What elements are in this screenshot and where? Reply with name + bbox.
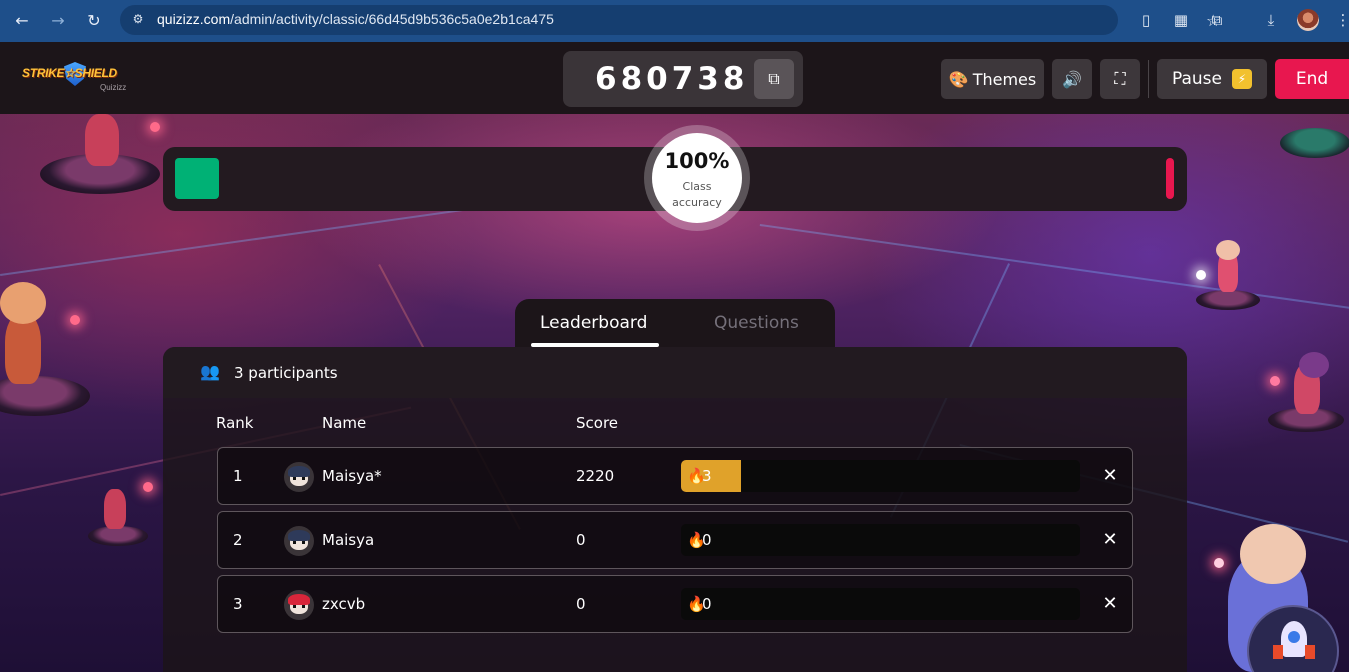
browser-toolbar: ← → ↻ ⚙ quizizz.com/admin/activity/class… bbox=[0, 0, 1349, 42]
ninja-avatar bbox=[284, 526, 314, 556]
reload-icon[interactable]: ↻ bbox=[82, 8, 106, 32]
row-name[interactable]: zxcvb bbox=[322, 595, 365, 613]
bg-glow bbox=[1196, 270, 1206, 280]
bg-glow bbox=[143, 482, 153, 492]
bg-character bbox=[85, 114, 119, 166]
forward-arrow-icon[interactable]: → bbox=[46, 8, 70, 32]
incorrect-indicator bbox=[1166, 158, 1174, 199]
bg-glow bbox=[1214, 558, 1224, 568]
bg-character bbox=[104, 489, 126, 529]
themes-button[interactable]: 🎨 Themes bbox=[941, 59, 1044, 99]
rocket-window bbox=[1288, 631, 1300, 643]
streak-bar: 🔥0 bbox=[681, 588, 1080, 620]
extensions-puzzle-icon[interactable]: ⧉ bbox=[1207, 9, 1227, 31]
participants-icon: 👥 bbox=[200, 362, 220, 381]
copy-icon: ⧉ bbox=[768, 69, 780, 88]
streak-label: 🔥0 bbox=[687, 531, 712, 549]
accuracy-value: 100% bbox=[664, 149, 730, 173]
end-label: End bbox=[1295, 69, 1329, 89]
bg-character-head bbox=[1299, 352, 1329, 378]
streak-label: 🔥3 bbox=[687, 467, 712, 485]
fullscreen-icon: ⛶ bbox=[1114, 69, 1126, 88]
url-host: quizizz.com bbox=[157, 11, 231, 27]
bg-pedestal bbox=[1280, 128, 1349, 158]
bg-glow bbox=[1270, 376, 1280, 386]
remove-participant-button[interactable]: ✕ bbox=[1101, 465, 1119, 487]
bg-character bbox=[5, 314, 41, 384]
pause-button[interactable]: Pause ⚡ bbox=[1157, 59, 1267, 99]
pause-label: Pause bbox=[1172, 69, 1222, 89]
logo-subtext: Quizizz bbox=[100, 83, 127, 92]
download-icon[interactable]: ⤓ bbox=[1261, 9, 1281, 31]
row-rank: 2 bbox=[233, 531, 243, 549]
streak-bar: 🔥3 bbox=[681, 460, 1080, 492]
row-score: 0 bbox=[576, 595, 586, 613]
back-arrow-icon[interactable]: ← bbox=[10, 8, 34, 32]
tab-leaderboard[interactable]: Leaderboard bbox=[540, 313, 647, 333]
lightning-icon: ⚡ bbox=[1232, 69, 1252, 89]
fullscreen-button[interactable]: ⛶ bbox=[1100, 59, 1140, 99]
leaderboard-row[interactable]: 2 Maisya 0 🔥0 ✕ bbox=[217, 511, 1133, 569]
speaker-icon: 🔊 bbox=[1062, 69, 1082, 89]
streak-bar: 🔥0 bbox=[681, 524, 1080, 556]
bg-pedestal bbox=[88, 526, 148, 546]
game-code: 680738 bbox=[595, 61, 749, 97]
streak-count: 0 bbox=[702, 595, 712, 613]
rocket-fin bbox=[1273, 645, 1283, 659]
bg-glow bbox=[150, 122, 160, 132]
leaderboard-row[interactable]: 1 Maisya* 2220 🔥3 ✕ bbox=[217, 447, 1133, 505]
tab-questions[interactable]: Questions bbox=[714, 313, 799, 333]
strike-shield-logo: STRIKE☆SHIELD Quizizz bbox=[22, 62, 130, 96]
row-rank: 3 bbox=[233, 595, 243, 613]
address-bar[interactable]: ⚙ quizizz.com/admin/activity/classic/66d… bbox=[120, 5, 1220, 35]
remove-participant-button[interactable]: ✕ bbox=[1101, 593, 1119, 615]
bg-grid-line bbox=[0, 201, 516, 276]
bg-grid-line bbox=[759, 224, 1349, 310]
bg-character-head bbox=[0, 282, 46, 324]
row-rank: 1 bbox=[233, 467, 243, 485]
bg-glow bbox=[70, 315, 80, 325]
kebab-menu-icon[interactable]: ⋮ bbox=[1333, 9, 1349, 31]
sound-button[interactable]: 🔊 bbox=[1052, 59, 1092, 99]
themes-label: Themes bbox=[972, 69, 1037, 89]
column-name: Name bbox=[322, 414, 367, 432]
streak-label: 🔥0 bbox=[687, 595, 712, 613]
fire-icon: 🔥 bbox=[687, 467, 706, 485]
column-rank: Rank bbox=[216, 414, 254, 432]
end-button[interactable]: End bbox=[1275, 59, 1349, 99]
row-score: 2220 bbox=[576, 467, 615, 485]
copy-code-button[interactable]: ⧉ bbox=[754, 59, 794, 99]
extension-thumbnail-icon[interactable]: ▦ bbox=[1171, 9, 1191, 31]
red-cap-avatar bbox=[284, 590, 314, 620]
view-tabs: Leaderboard Questions bbox=[515, 299, 835, 347]
site-settings-icon[interactable]: ⚙ bbox=[130, 12, 146, 28]
row-name[interactable]: Maisya bbox=[322, 531, 374, 549]
fire-icon: 🔥 bbox=[687, 595, 706, 613]
header-divider bbox=[1148, 60, 1149, 98]
url-path: /admin/activity/classic/66d45d9b536c5a0e… bbox=[230, 11, 554, 27]
leaderboard-row[interactable]: 3 zxcvb 0 🔥0 ✕ bbox=[217, 575, 1133, 633]
row-name[interactable]: Maisya* bbox=[322, 467, 382, 485]
column-score: Score bbox=[576, 414, 619, 432]
participants-count: 3 participants bbox=[234, 364, 338, 382]
palette-icon: 🎨 bbox=[948, 69, 969, 89]
row-score: 0 bbox=[576, 531, 586, 549]
logo-text: STRIKE☆SHIELD bbox=[22, 66, 117, 80]
bg-pedestal bbox=[1196, 290, 1260, 310]
bg-character-head bbox=[1240, 524, 1306, 584]
url-text[interactable]: quizizz.com/admin/activity/classic/66d45… bbox=[157, 11, 554, 27]
fire-icon: 🔥 bbox=[687, 531, 706, 549]
correct-indicator bbox=[175, 158, 219, 199]
streak-count: 0 bbox=[702, 531, 712, 549]
profile-avatar[interactable] bbox=[1297, 9, 1319, 31]
bg-character-head bbox=[1216, 240, 1240, 260]
remove-participant-button[interactable]: ✕ bbox=[1101, 529, 1119, 551]
streak-count: 3 bbox=[702, 467, 712, 485]
ninja-avatar bbox=[284, 462, 314, 492]
rocket-fin bbox=[1305, 645, 1315, 659]
game-code-box: 680738 ⧉ bbox=[563, 51, 803, 107]
reading-list-icon[interactable]: ▯ bbox=[1136, 9, 1156, 31]
class-accuracy-badge: 100% Class accuracy bbox=[652, 133, 742, 223]
accuracy-label: Class accuracy bbox=[672, 180, 722, 209]
